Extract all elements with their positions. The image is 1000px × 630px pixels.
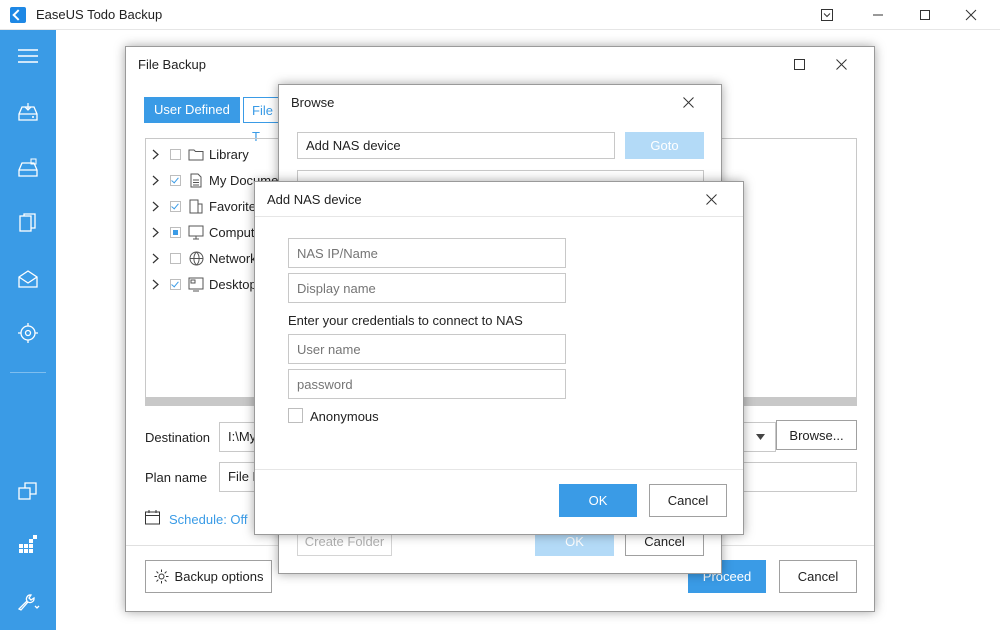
goto-button[interactable]: Goto [625, 132, 704, 159]
calendar-icon [145, 510, 160, 528]
app-logo-icon [10, 7, 26, 23]
title-divider [255, 216, 743, 217]
tab-file-type[interactable]: File T [243, 97, 279, 144]
add-nas-dialog: Add NAS device Enter your credentials to… [254, 181, 744, 535]
maximize-icon[interactable] [784, 49, 814, 79]
file-backup-title: File Backup [138, 57, 206, 72]
checkbox[interactable] [170, 200, 181, 212]
tree-item-label: Library [209, 146, 249, 162]
checkbox[interactable] [170, 278, 181, 290]
close-icon[interactable] [826, 49, 856, 79]
computer-icon [187, 225, 205, 240]
checkbox[interactable] [170, 174, 181, 186]
browse-title: Browse [291, 95, 335, 110]
favorites-icon [187, 199, 205, 214]
checkbox[interactable] [170, 252, 181, 264]
tools-grid-icon[interactable] [16, 533, 40, 557]
chevron-down-icon [756, 434, 765, 440]
checkbox[interactable] [170, 148, 181, 160]
tree-item-favorites[interactable]: Favorites [146, 195, 262, 217]
chevron-right-icon[interactable] [146, 149, 164, 160]
plan-name-label: Plan name [145, 470, 208, 485]
chevron-right-icon[interactable] [146, 175, 164, 186]
desktop-icon [187, 277, 205, 292]
add-nas-title: Add NAS device [267, 192, 362, 207]
file-backup-icon[interactable] [16, 211, 40, 235]
system-backup-icon[interactable] [16, 156, 40, 180]
schedule-link[interactable]: Schedule: Off [169, 512, 248, 527]
password-input[interactable] [288, 369, 566, 399]
footer-divider [255, 469, 743, 470]
nas-ip-input[interactable] [288, 238, 566, 268]
browse-button[interactable]: Browse... [776, 420, 857, 450]
anonymous-label: Anonymous [310, 409, 379, 424]
smart-backup-icon[interactable] [16, 321, 40, 345]
chevron-right-icon[interactable] [146, 201, 164, 212]
tree-item-desktop[interactable]: Desktop [146, 273, 257, 295]
dropdown-icon[interactable] [802, 0, 852, 30]
close-icon[interactable] [673, 87, 703, 117]
close-icon[interactable] [696, 184, 726, 214]
chevron-right-icon[interactable] [146, 253, 164, 264]
wrench-icon[interactable] [16, 590, 40, 614]
user-name-input[interactable] [288, 334, 566, 364]
nas-ok-button[interactable]: OK [559, 484, 637, 517]
mail-backup-icon[interactable] [16, 267, 40, 291]
folder-icon [187, 148, 205, 161]
browse-path-input[interactable]: Add NAS device [297, 132, 615, 159]
tab-user-defined[interactable]: User Defined [144, 97, 240, 123]
nas-cancel-button[interactable]: Cancel [649, 484, 727, 517]
network-icon [187, 251, 205, 266]
destination-dropdown[interactable] [746, 422, 776, 452]
app-titlebar: EaseUS Todo Backup [0, 0, 1000, 30]
app-title: EaseUS Todo Backup [36, 7, 163, 22]
sidebar [0, 30, 56, 630]
backup-options-label: Backup options [174, 569, 264, 584]
cancel-button[interactable]: Cancel [779, 560, 857, 593]
app-close-icon[interactable] [946, 0, 996, 30]
tree-item-computer[interactable]: Compute [146, 221, 262, 243]
backup-options-button[interactable]: Backup options [145, 560, 272, 593]
disk-backup-icon[interactable] [16, 100, 40, 124]
display-name-input[interactable] [288, 273, 566, 303]
menu-icon[interactable] [16, 44, 40, 68]
credentials-text: Enter your credentials to connect to NAS [288, 313, 523, 328]
checkbox[interactable] [170, 226, 181, 238]
tree-item-label: Network [209, 250, 257, 266]
document-icon [187, 173, 205, 188]
tree-item-label: Desktop [209, 276, 257, 292]
chevron-right-icon[interactable] [146, 227, 164, 238]
anonymous-checkbox[interactable] [288, 408, 303, 423]
chevron-right-icon[interactable] [146, 279, 164, 290]
gear-icon [154, 569, 169, 584]
tree-item-library[interactable]: Library [146, 143, 249, 165]
destination-label: Destination [145, 430, 211, 445]
tree-item-network[interactable]: Network [146, 247, 257, 269]
minimize-icon[interactable] [853, 0, 903, 30]
sidebar-divider [10, 372, 46, 373]
clone-icon[interactable] [16, 479, 40, 503]
maximize-icon[interactable] [900, 0, 950, 30]
